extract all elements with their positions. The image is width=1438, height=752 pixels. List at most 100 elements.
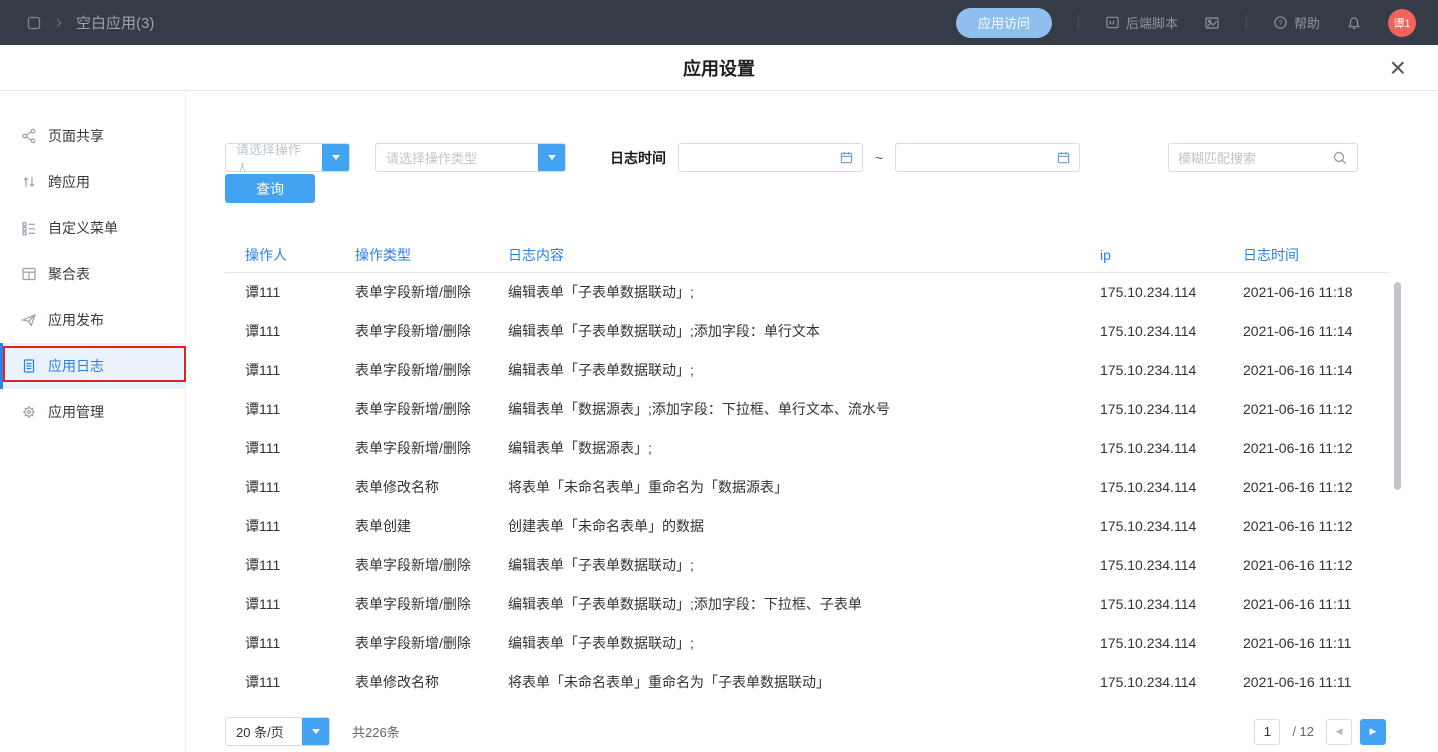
log-document-icon	[21, 358, 37, 374]
table-cell: 175.10.234.114	[1100, 467, 1243, 506]
app-window-icon	[26, 15, 42, 31]
app-settings-modal: 应用设置 × 页面共享 跨应用 自定义菜单 聚合表	[0, 45, 1438, 752]
table-cell: 2021-06-16 11:12	[1243, 545, 1390, 584]
total-pages-label: / 12	[1292, 724, 1314, 739]
table-cell: 表单创建	[355, 506, 508, 545]
next-page-button[interactable]: ▶	[1360, 719, 1386, 745]
topbar-left: › 空白应用(3)	[26, 12, 154, 33]
chevron-down-icon[interactable]	[302, 718, 329, 745]
settings-sidebar: 页面共享 跨应用 自定义菜单 聚合表 应用发布	[0, 91, 186, 752]
operator-select-placeholder: 请选择操作人	[226, 144, 322, 171]
table-cell: 表单字段新增/删除	[355, 311, 508, 350]
menu-list-icon	[21, 220, 37, 236]
current-page-input[interactable]: 1	[1254, 719, 1280, 745]
page-size-select[interactable]: 20 条/页	[225, 717, 330, 746]
vertical-scrollbar[interactable]	[1394, 282, 1401, 490]
table-cell: 谭111	[225, 389, 355, 428]
search-icon	[1332, 150, 1348, 166]
sidebar-item-label: 应用管理	[48, 402, 104, 422]
table-cell: 将表单「未命名表单」重命名为「数据源表」	[508, 467, 1100, 506]
operation-type-select[interactable]: 请选择操作类型	[375, 143, 566, 172]
table-row: 谭111表单修改名称将表单「未命名表单」重命名为「数据源表」175.10.234…	[225, 467, 1390, 506]
table-cell: 编辑表单「子表单数据联动」;	[508, 623, 1100, 662]
sidebar-item-page-share[interactable]: 页面共享	[0, 113, 185, 159]
sidebar-item-aggregate-table[interactable]: 聚合表	[0, 251, 185, 297]
question-icon: ?	[1273, 15, 1288, 30]
table-cell: 175.10.234.114	[1100, 350, 1243, 389]
pager-controls: 1 / 12 ◀ ▶	[1254, 719, 1386, 745]
table-cell: 表单字段新增/删除	[355, 428, 508, 467]
table-cell: 将表单「未命名表单」重命名为「子表单数据联动」	[508, 662, 1100, 701]
cross-app-icon	[21, 174, 37, 190]
table-cell: 表单字段新增/删除	[355, 350, 508, 389]
table-cell: 编辑表单「子表单数据联动」;	[508, 272, 1100, 311]
table-cell: 谭111	[225, 350, 355, 389]
operation-type-placeholder: 请选择操作类型	[376, 144, 538, 171]
start-date-input[interactable]	[678, 143, 863, 172]
calendar-icon	[1056, 150, 1071, 165]
backend-script-button[interactable]: 后端脚本	[1105, 13, 1178, 32]
col-header-operator: 操作人	[225, 238, 355, 272]
sidebar-item-label: 应用日志	[48, 356, 104, 376]
table-row: 谭111表单字段新增/删除编辑表单「数据源表」;175.10.234.11420…	[225, 428, 1390, 467]
sidebar-item-cross-app[interactable]: 跨应用	[0, 159, 185, 205]
sidebar-item-app-manage[interactable]: 应用管理	[0, 389, 185, 435]
chevron-down-icon[interactable]	[322, 144, 349, 171]
calendar-icon	[839, 150, 854, 165]
table-row: 谭111表单字段新增/删除编辑表单「数据源表」;添加字段：下拉框、单行文本、流水…	[225, 389, 1390, 428]
table-cell: 谭111	[225, 467, 355, 506]
table-row: 谭111表单修改名称将表单「未命名表单」重命名为「子表单数据联动」175.10.…	[225, 662, 1390, 701]
search-input[interactable]: 模糊匹配搜索	[1168, 143, 1358, 172]
table-cell: 编辑表单「子表单数据联动」;	[508, 350, 1100, 389]
table-cell: 表单字段新增/删除	[355, 545, 508, 584]
log-table: 操作人 操作类型 日志内容 ip 日志时间 谭111表单字段新增/删除编辑表单「…	[225, 238, 1390, 701]
table-cell: 表单字段新增/删除	[355, 584, 508, 623]
table-cell: 表单字段新增/删除	[355, 272, 508, 311]
total-count: 共226条	[352, 722, 400, 741]
table-cell: 175.10.234.114	[1100, 272, 1243, 311]
avatar[interactable]: 谭1	[1388, 9, 1416, 37]
table-cell: 175.10.234.114	[1100, 428, 1243, 467]
image-button[interactable]	[1204, 15, 1220, 31]
page-size-value: 20 条/页	[226, 718, 302, 745]
app-title: 空白应用(3)	[76, 12, 154, 33]
table-cell: 2021-06-16 11:11	[1243, 662, 1390, 701]
operator-select[interactable]: 请选择操作人	[225, 143, 350, 172]
table-header-row: 操作人 操作类型 日志内容 ip 日志时间	[225, 238, 1390, 272]
close-icon[interactable]: ×	[1384, 49, 1412, 87]
table-cell: 175.10.234.114	[1100, 662, 1243, 701]
sidebar-item-label: 页面共享	[48, 126, 104, 146]
chevron-down-icon[interactable]	[538, 144, 565, 171]
end-date-input[interactable]	[895, 143, 1080, 172]
sidebar-item-app-log[interactable]: 应用日志	[0, 343, 185, 389]
help-button[interactable]: ? 帮助	[1273, 13, 1320, 32]
table-cell: 175.10.234.114	[1100, 545, 1243, 584]
table-row: 谭111表单创建创建表单「未命名表单」的数据175.10.234.1142021…	[225, 506, 1390, 545]
sidebar-item-label: 聚合表	[48, 264, 90, 284]
table-row: 谭111表单字段新增/删除编辑表单「子表单数据联动」;175.10.234.11…	[225, 350, 1390, 389]
table-cell: 谭111	[225, 623, 355, 662]
modal-header: 应用设置 ×	[0, 45, 1438, 91]
backend-script-label: 后端脚本	[1126, 13, 1178, 32]
table-cell: 175.10.234.114	[1100, 623, 1243, 662]
table-cell: 编辑表单「数据源表」;添加字段：下拉框、单行文本、流水号	[508, 389, 1100, 428]
log-content: 请选择操作人 请选择操作类型 日志时间 ~ 模糊匹配搜索 查询	[186, 91, 1438, 752]
table-row: 谭111表单字段新增/删除编辑表单「子表单数据联动」;175.10.234.11…	[225, 272, 1390, 311]
sidebar-item-label: 跨应用	[48, 172, 90, 192]
table-cell: 2021-06-16 11:12	[1243, 428, 1390, 467]
table-cell: 175.10.234.114	[1100, 584, 1243, 623]
divider	[1246, 15, 1247, 31]
prev-page-button[interactable]: ◀	[1326, 719, 1352, 745]
table-cell: 编辑表单「子表单数据联动」;	[508, 545, 1100, 584]
sidebar-item-app-publish[interactable]: 应用发布	[0, 297, 185, 343]
app-access-button[interactable]: 应用访问	[956, 8, 1052, 38]
sidebar-item-label: 自定义菜单	[48, 218, 118, 238]
pagination-bar: 20 条/页 共226条 1 / 12 ◀ ▶	[225, 717, 1386, 746]
sidebar-item-custom-menu[interactable]: 自定义菜单	[0, 205, 185, 251]
query-button[interactable]: 查询	[225, 174, 315, 203]
table-cell: 谭111	[225, 506, 355, 545]
notification-button[interactable]	[1346, 15, 1362, 31]
table-cell: 谭111	[225, 545, 355, 584]
table-cell: 创建表单「未命名表单」的数据	[508, 506, 1100, 545]
gear-icon	[21, 404, 37, 420]
